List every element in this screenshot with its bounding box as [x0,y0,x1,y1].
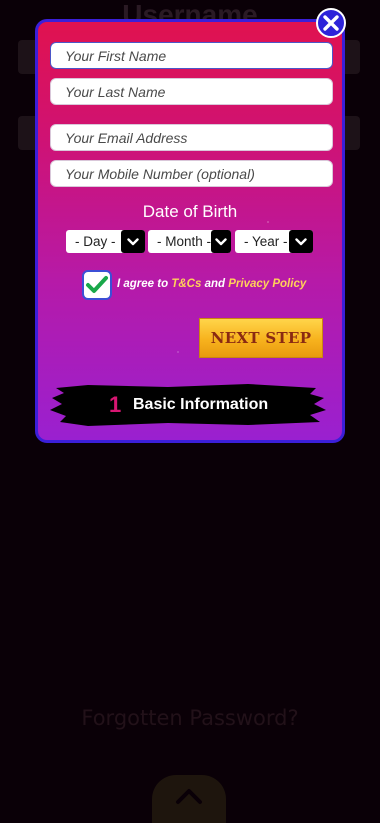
step-number: 1 [109,392,122,417]
forgot-password-link[interactable]: Forgotten Password? [0,706,380,730]
year-select-value: - Year - [244,234,288,249]
chevron-down-icon [211,230,231,253]
tcs-link[interactable]: T&Cs [171,278,201,290]
chevron-down-icon [121,230,145,253]
step-label: Basic Information [133,396,269,413]
mobile-field[interactable] [50,160,333,187]
agree-text: I agree to T&Cs and Privacy Policy [117,278,306,290]
agree-prefix: I agree to [117,278,169,290]
year-select[interactable]: - Year - [235,230,313,253]
close-icon [323,15,339,31]
next-step-button[interactable]: NEXT STEP [199,318,323,358]
last-name-field[interactable] [50,78,333,105]
first-name-field[interactable] [50,42,333,69]
day-select-value: - Day - [75,234,116,249]
dob-label: Date of Birth [142,202,238,221]
privacy-policy-link[interactable]: Privacy Policy [228,278,306,290]
checkmark-icon [86,276,108,293]
email-field[interactable] [50,124,333,151]
agree-checkbox[interactable] [82,270,112,300]
chevron-down-icon [289,230,313,253]
month-select-value: - Month - [157,234,212,249]
agree-and: and [204,278,226,290]
chevron-up-icon [176,789,202,804]
registration-modal: Date of Birth - Day - - Month - - Year -… [35,19,345,443]
close-button[interactable] [316,8,346,38]
month-select[interactable]: - Month - [148,230,231,253]
day-select[interactable]: - Day - [66,230,145,253]
